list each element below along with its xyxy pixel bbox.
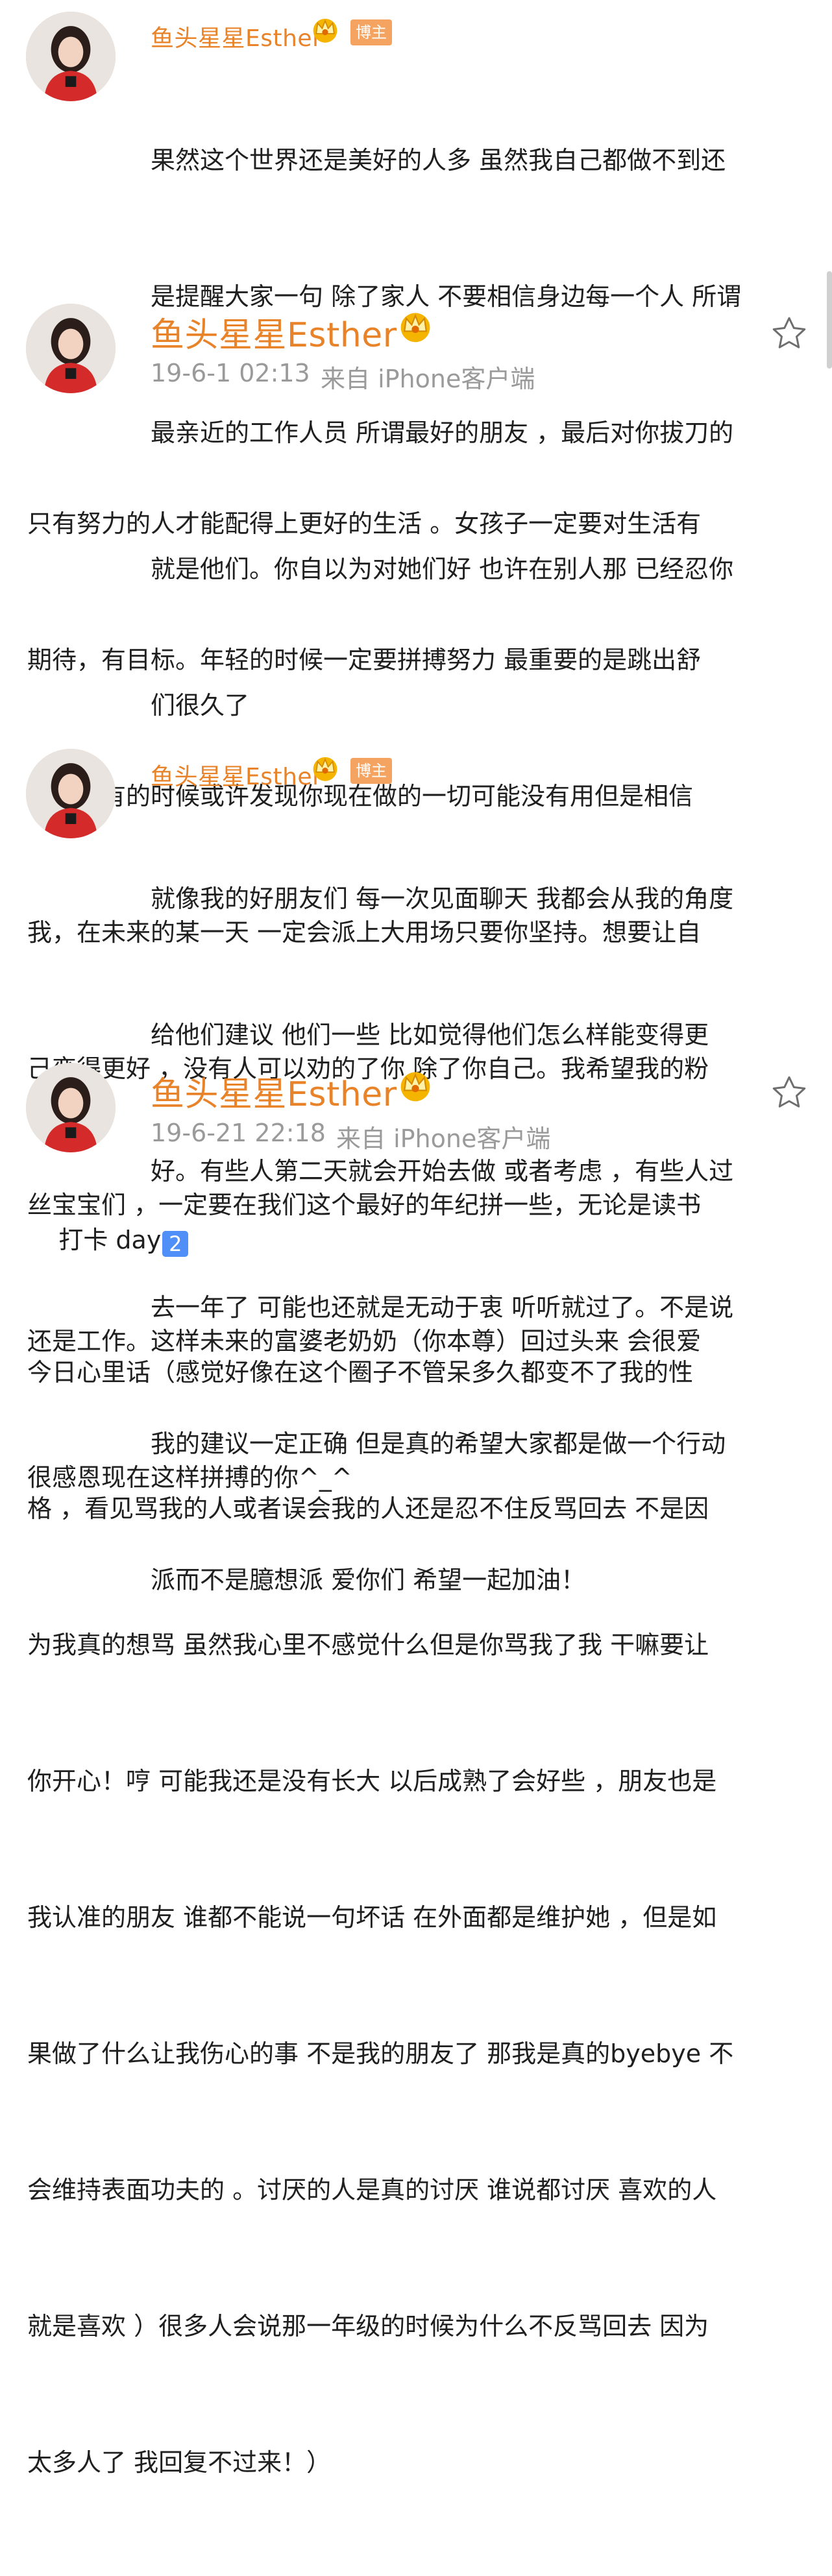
text-line: 打卡 day bbox=[58, 1226, 162, 1254]
text-line: 为我真的想骂 虽然我心里不感觉什么但是你骂我了我 干嘛要让 bbox=[27, 1631, 709, 1659]
avatar-image bbox=[26, 1063, 116, 1152]
reply-comment-2: 鱼头星星Esther 博主 就像我的好朋友们 每一次见面聊天 我都会从我的角度 … bbox=[0, 733, 832, 1594]
reply-comment-1: 鱼头星星Esther 博主 果然这个世界还是美好的人多 虽然我自己都做不到还 是… bbox=[0, 0, 832, 720]
weibo-post-1: 鱼头星星Esther 19-6-1 02:13 来自 iPhone客户端 只有努… bbox=[0, 286, 832, 1492]
post-timestamp: 19-6-21 22:18 bbox=[151, 1119, 326, 1147]
username[interactable]: 鱼头星星Esther bbox=[151, 308, 397, 356]
crown-vip-icon bbox=[313, 18, 337, 43]
author-badge: 博主 bbox=[350, 758, 392, 784]
text-line: 果做了什么让我伤心的事 不是我的朋友了 那我是真的byebye 不 bbox=[27, 2039, 734, 2068]
text-line: 格 ，看见骂我的人或者误会我的人还是忍不住反骂回去 不是因 bbox=[27, 1494, 709, 1523]
post-source[interactable]: 来自 iPhone客户端 bbox=[336, 1119, 550, 1154]
text-line: 果然这个世界还是美好的人多 虽然我自己都做不到还 bbox=[151, 146, 726, 175]
favorite-star-icon[interactable] bbox=[770, 314, 809, 353]
text-line: 你开心！哼 可能我还是没有长大 以后成熟了会好些 ，朋友也是 bbox=[27, 1767, 717, 1795]
avatar[interactable] bbox=[26, 1063, 116, 1152]
post-content: 今日心里话（感觉好像在这个圈子不管呆多久都变不了我的性 格 ，看见骂我的人或者误… bbox=[27, 1259, 806, 2576]
avatar[interactable] bbox=[26, 749, 116, 838]
text-line: 就是喜欢 ）很多人会说那一年级的时候为什么不反骂回去 因为 bbox=[27, 2312, 709, 2340]
post-timestamp: 19-6-1 02:13 bbox=[151, 359, 310, 387]
avatar-image bbox=[26, 749, 116, 838]
text-line: 只有努力的人才能配得上更好的生活 。女孩子一定要对生活有 bbox=[27, 509, 702, 538]
text-line: 就像我的好朋友们 每一次见面聊天 我都会从我的角度 bbox=[151, 884, 734, 913]
avatar-image bbox=[26, 304, 116, 393]
username[interactable]: 鱼头星星Esther bbox=[151, 1067, 397, 1115]
keycap-number-icon: 2 bbox=[162, 1231, 189, 1257]
crown-vip-icon bbox=[400, 313, 430, 343]
avatar[interactable] bbox=[26, 304, 116, 393]
favorite-star-icon[interactable] bbox=[770, 1073, 809, 1112]
text-line: 期待，有目标。年轻的时候一定要拼搏努力 最重要的是跳出舒 bbox=[27, 646, 702, 674]
avatar-image bbox=[26, 12, 116, 101]
text-line: 太多人了 我回复不过来！） bbox=[27, 2448, 332, 2477]
post-source[interactable]: 来自 iPhone客户端 bbox=[321, 359, 535, 395]
text-line: 我认准的朋友 谁都不能说一句坏话 在外面都是维护她 ，但是如 bbox=[27, 1903, 717, 1932]
crown-vip-icon bbox=[313, 757, 337, 781]
crown-vip-icon bbox=[400, 1072, 430, 1102]
avatar[interactable] bbox=[26, 12, 116, 101]
text-line: 今日心里话（感觉好像在这个圈子不管呆多久都变不了我的性 bbox=[27, 1358, 694, 1387]
text-line: 会维持表面功夫的 。讨厌的人是真的讨厌 谁说都讨厌 喜欢的人 bbox=[27, 2176, 717, 2204]
author-badge: 博主 bbox=[350, 19, 392, 45]
weibo-post-2: 鱼头星星Esther 19-6-21 22:18 来自 iPhone客户端 打卡… bbox=[0, 1038, 832, 2477]
